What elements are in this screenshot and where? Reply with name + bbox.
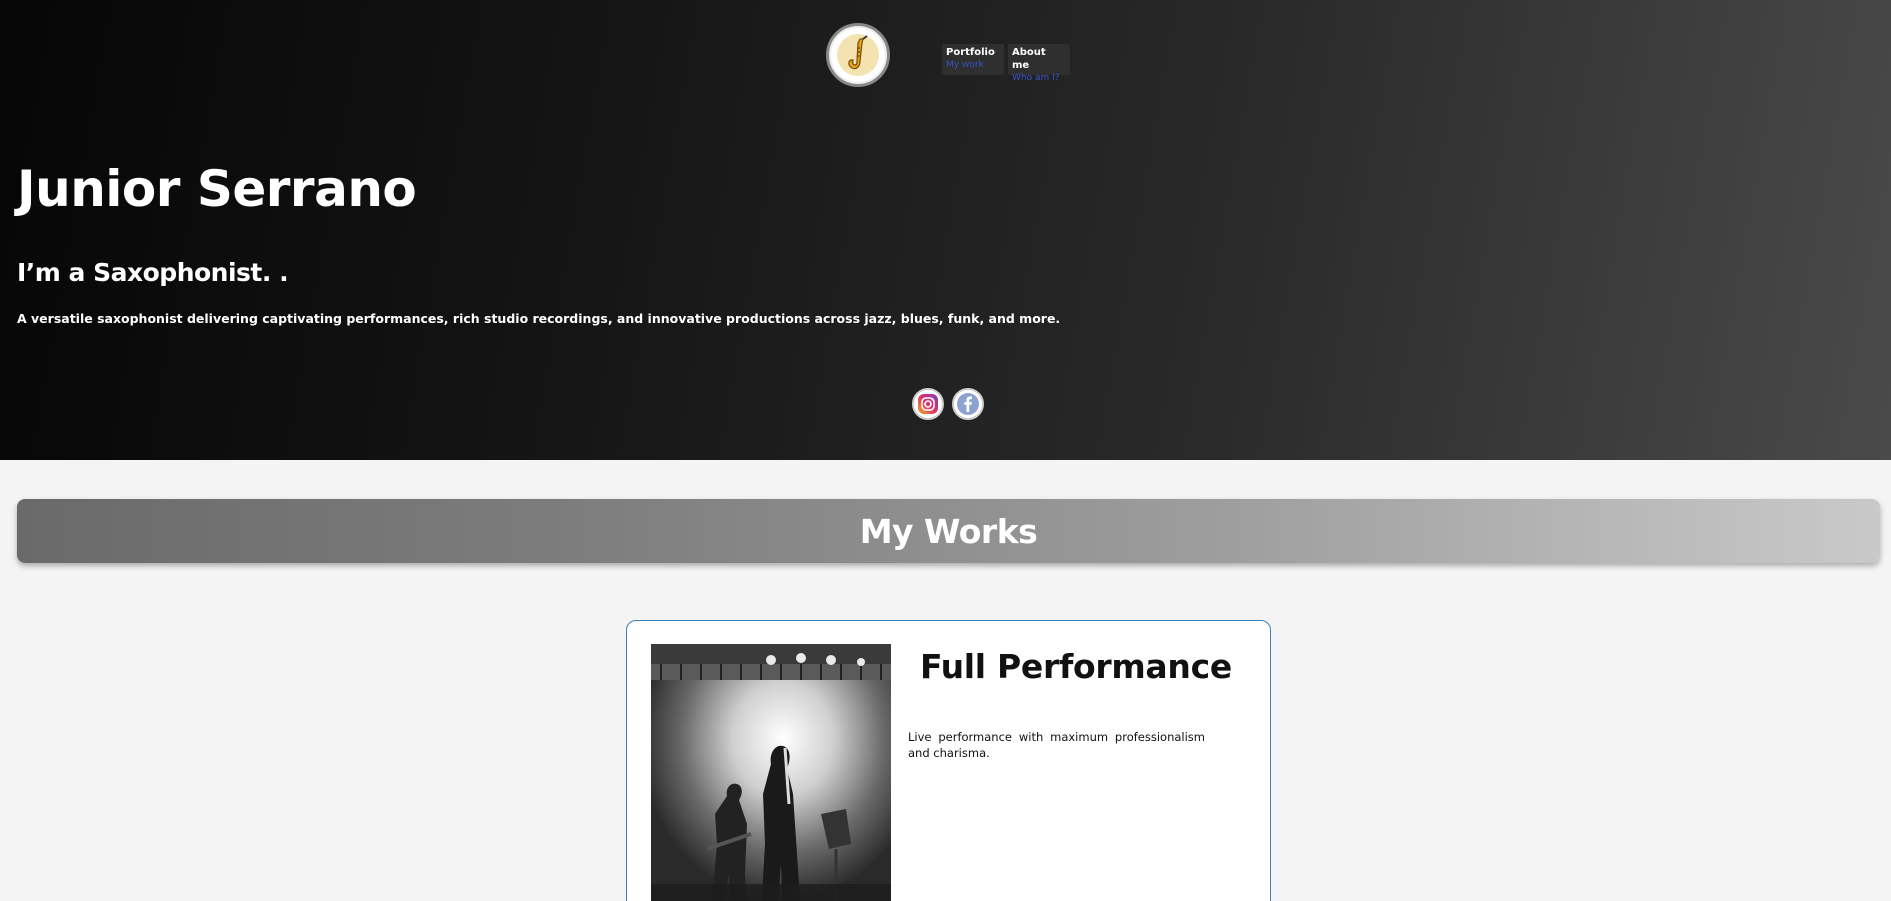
hero-name: Junior Serrano bbox=[17, 160, 417, 218]
hero-role: I’m a Saxophonist. . bbox=[17, 258, 289, 287]
nav-item-subtitle[interactable]: Who am I? bbox=[1012, 72, 1066, 84]
facebook-icon bbox=[957, 393, 979, 415]
my-works-banner: My Works bbox=[17, 499, 1880, 563]
facebook-link[interactable] bbox=[952, 388, 984, 420]
work-card[interactable]: Full Performance Live performance with m… bbox=[626, 620, 1271, 901]
nav-item-title[interactable]: About me bbox=[1012, 46, 1066, 72]
nav-item-about[interactable]: About me Who am I? bbox=[1008, 44, 1070, 83]
section-title: My Works bbox=[859, 511, 1038, 551]
concert-image bbox=[651, 644, 891, 901]
saxophone-icon bbox=[837, 34, 879, 76]
instagram-link[interactable] bbox=[912, 388, 944, 420]
hero-section: Portfolio My work About me Who am I? Jun… bbox=[0, 0, 1891, 460]
card-description: Live performance with maximum profession… bbox=[908, 730, 1205, 760]
hero-description: A versatile saxophonist delivering capti… bbox=[17, 311, 1061, 326]
performance-photo bbox=[651, 644, 891, 901]
top-nav: Portfolio My work About me Who am I? bbox=[942, 44, 1070, 83]
card-title: Full Performance bbox=[920, 647, 1232, 686]
nav-item-subtitle[interactable]: My work bbox=[946, 59, 1000, 71]
saxophone-logo[interactable] bbox=[826, 23, 890, 87]
nav-item-title[interactable]: Portfolio bbox=[946, 46, 1000, 59]
instagram-icon bbox=[918, 394, 938, 414]
nav-item-portfolio[interactable]: Portfolio My work bbox=[942, 44, 1004, 75]
